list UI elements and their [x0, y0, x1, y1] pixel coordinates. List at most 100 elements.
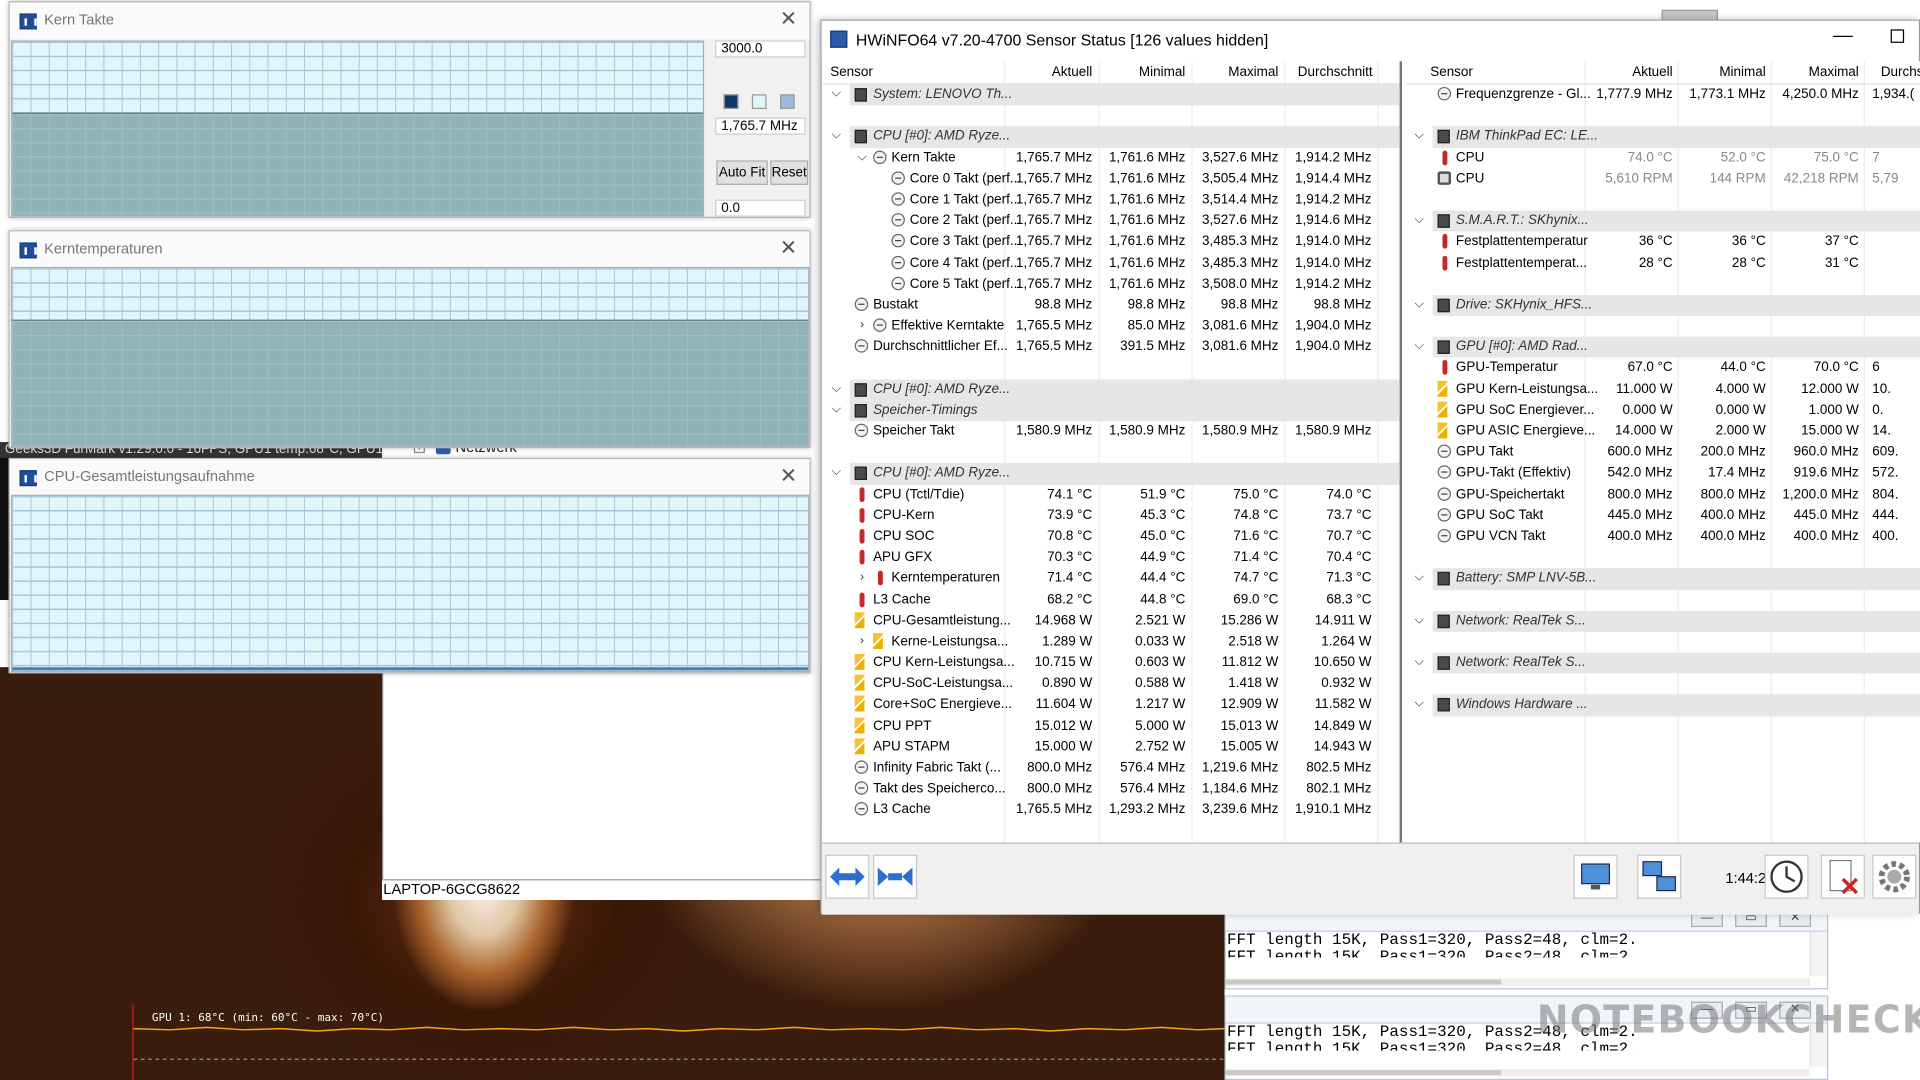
sensor-row[interactable]: Core 1 Takt (perf... 1,765.7 MHz 1,761.6 M… [823, 190, 1400, 211]
chevron-down-icon[interactable]: ⌵ [1413, 571, 1425, 584]
graph-min-input[interactable] [715, 199, 806, 217]
sensor-row[interactable]: Infinity Fabric Takt (... 800.0 MHz 576.4 … [823, 758, 1400, 779]
column-header-aktuell[interactable]: Aktuell [1587, 65, 1672, 80]
chevron-down-icon[interactable]: ⌵ [856, 150, 868, 163]
column-header-sensor[interactable]: Sensor [830, 65, 873, 80]
sensor-row[interactable]: CPU SOC 70.8 °C 45.0 °C 71.6 °C 70.7 °C [823, 526, 1400, 547]
sensor-group-row[interactable]: ⌵ GPU [#0]: AMD Rad... [1406, 337, 1920, 359]
sensor-row[interactable]: GPU Takt 600.0 MHz 200.0 MHz 960.0 MHz 609. [1406, 442, 1920, 463]
sensor-row[interactable]: L3 Cache 68.2 °C 44.8 °C 69.0 °C 68.3 °C [823, 590, 1400, 611]
sensor-row[interactable]: APU STAPM 15.000 W 2.752 W 15.005 W 14.943 W [823, 737, 1400, 758]
sensor-row[interactable]: Core 3 Takt (perf... 1,765.7 MHz 1,761.6 M… [823, 232, 1400, 253]
sensor-group-row[interactable]: ⌵ Network: RealTek S... [1406, 652, 1920, 674]
network-button[interactable] [1637, 854, 1682, 899]
sensor-row[interactable]: Festplattentemperatur 36 °C 36 °C 37 °C [1406, 232, 1920, 253]
horizontal-scrollbar[interactable] [1225, 1068, 1810, 1077]
sensor-group-row[interactable]: ⌵ Speicher-Timings [823, 400, 1400, 422]
sensor-row[interactable]: › Kerntemperaturen 71.4 °C 44.4 °C 74.7 °C 71… [823, 569, 1400, 590]
sensor-row[interactable]: GPU ASIC Energieve... 14.000 W 2.000 W 15.0… [1406, 421, 1920, 442]
sensor-row[interactable]: APU GFX 70.3 °C 44.9 °C 71.4 °C 70.4 °C [823, 548, 1400, 569]
sensor-row[interactable]: GPU SoC Takt 445.0 MHz 400.0 MHz 445.0 MHz 4… [1406, 505, 1920, 526]
sensor-group-row[interactable]: ⌵ CPU [#0]: AMD Ryze... [823, 126, 1400, 148]
sensor-row[interactable]: Core 5 Takt (perf... 1,765.7 MHz 1,761.6 M… [823, 274, 1400, 295]
minimize-icon[interactable]: — [1833, 26, 1853, 48]
sensor-row[interactable]: CPU 74.0 °C 52.0 °C 75.0 °C 7 [1406, 148, 1920, 169]
column-header-maximal[interactable]: Maximal [1773, 65, 1859, 80]
sensor-row[interactable]: CPU 5,610 RPM 144 RPM 42,218 RPM 5,79 [1406, 169, 1920, 190]
chevron-right-icon[interactable]: › [856, 634, 868, 647]
sensor-row[interactable]: Frequenzgrenze - Gl... 1,777.9 MHz 1,773.1… [1406, 84, 1920, 105]
sensor-group-row[interactable]: ⌵ IBM ThinkPad EC: LE... [1406, 126, 1920, 148]
close-icon[interactable]: ✕ [780, 236, 797, 260]
column-header-maximal[interactable]: Maximal [1193, 65, 1278, 80]
hwinfo-titlebar[interactable]: HWiNFO64 v7.20-4700 Sensor Status [126 v… [821, 20, 1919, 59]
sensor-row[interactable]: CPU Kern-Leistungsa... 10.715 W 0.603 W 11.… [823, 653, 1400, 674]
sensor-group-row[interactable]: ⌵ Windows Hardware ... [1406, 694, 1920, 716]
sensor-row[interactable]: CPU-SoC-Leistungsa... 0.890 W 0.588 W 1.418… [823, 674, 1400, 695]
sensor-row[interactable]: Core 4 Takt (perf... 1,765.7 MHz 1,761.6 M… [823, 253, 1400, 274]
vertical-scrollbar[interactable] [1809, 931, 1827, 976]
sensor-group-row[interactable]: ⌵ Drive: SKHynix_HFS... [1406, 294, 1920, 316]
close-icon[interactable]: ✕ [780, 7, 797, 31]
sensor-row[interactable]: Speicher Takt 1,580.9 MHz 1,580.9 MHz 1,580… [823, 421, 1400, 442]
column-header-minimal[interactable]: Minimal [1100, 65, 1185, 80]
collapse-panes-button[interactable] [825, 854, 870, 899]
sensor-row[interactable]: › Kerne-Leistungsa... 1.289 W 0.033 W 2.518 … [823, 632, 1400, 653]
report-button[interactable] [1573, 854, 1618, 899]
sensor-row[interactable]: CPU-Gesamtleistung... 14.968 W 2.521 W 15.2… [823, 611, 1400, 632]
sensor-row[interactable]: GPU SoC Energiever... 0.000 W 0.000 W 1.000… [1406, 400, 1920, 421]
close-icon[interactable]: ✕ [780, 464, 797, 488]
sensor-group-row[interactable]: ⌵ Network: RealTek S... [1406, 610, 1920, 632]
chevron-down-icon[interactable]: ⌵ [1413, 213, 1425, 226]
sensor-row[interactable]: Bustakt 98.8 MHz 98.8 MHz 98.8 MHz 98.8 MHz [823, 295, 1400, 316]
graph-titlebar[interactable]: Kerntemperaturen ✕ [9, 231, 810, 269]
expand-panes-button[interactable] [873, 854, 918, 899]
sensor-row[interactable]: L3 Cache 1,765.5 MHz 1,293.2 MHz 3,239.6 MH… [823, 800, 1400, 821]
column-header-durchschnitt[interactable]: Durchschnitt [1286, 65, 1373, 80]
chevron-down-icon[interactable]: ⌵ [1413, 297, 1425, 310]
sensor-row[interactable]: Festplattentemperat... 28 °C 28 °C 31 °C [1406, 253, 1920, 274]
chevron-down-icon[interactable]: ⌵ [1413, 655, 1425, 668]
sensor-row[interactable]: GPU-Temperatur 67.0 °C 44.0 °C 70.0 °C 6 [1406, 358, 1920, 379]
horizontal-scrollbar[interactable] [1225, 978, 1810, 986]
settings-button[interactable] [1872, 854, 1917, 899]
color-swatch-background-icon[interactable] [751, 94, 767, 109]
chevron-down-icon[interactable]: ⌵ [830, 466, 842, 479]
graph-max-input[interactable] [715, 40, 806, 58]
chevron-down-icon[interactable]: ⌵ [1413, 129, 1425, 142]
chevron-down-icon[interactable]: ⌵ [830, 87, 842, 100]
sensor-group-row[interactable]: ⌵ Battery: SMP LNV-5B... [1406, 568, 1920, 590]
chevron-down-icon[interactable]: ⌵ [830, 382, 842, 395]
sensor-row[interactable]: ⌵ Kern Takte 1,765.7 MHz 1,761.6 MHz 3,527.6… [823, 148, 1400, 169]
sensor-row[interactable]: Core 2 Takt (perf... 1,765.7 MHz 1,761.6 M… [823, 211, 1400, 232]
sensor-row[interactable]: Core 0 Takt (perf... 1,765.7 MHz 1,761.6 M… [823, 169, 1400, 190]
clear-log-button[interactable] [1820, 854, 1865, 899]
color-swatch-line-icon[interactable] [723, 94, 739, 109]
graph-titlebar[interactable]: Kern Takte ✕ [9, 2, 810, 40]
sensor-row[interactable]: › Effektive Kerntakte 1,765.5 MHz 85.0 MHz 3… [823, 316, 1400, 337]
sensor-row[interactable]: CPU PPT 15.012 W 5.000 W 15.013 W 14.849 W [823, 716, 1400, 737]
reset-button[interactable]: Reset [770, 160, 809, 185]
graph-titlebar[interactable]: CPU-Gesamtleistungsaufnahme ✕ [9, 459, 810, 496]
sensor-row[interactable]: Durchschnittlicher Ef... 1,765.5 MHz 391.5… [823, 337, 1400, 358]
column-header-aktuell[interactable]: Aktuell [1007, 65, 1092, 80]
sensor-row[interactable]: CPU-Kern 73.9 °C 45.3 °C 74.8 °C 73.7 °C [823, 505, 1400, 526]
chevron-down-icon[interactable]: ⌵ [1413, 613, 1425, 626]
sensor-row[interactable]: CPU (Tctl/Tdie) 74.1 °C 51.9 °C 75.0 °C 74.0… [823, 484, 1400, 505]
sensor-row[interactable]: Core+SoC Energieve... 11.604 W 1.217 W 12.9… [823, 695, 1400, 716]
chevron-down-icon[interactable]: ⌵ [830, 129, 842, 142]
sensor-row[interactable]: GPU-Speichertakt 800.0 MHz 800.0 MHz 1,200.… [1406, 484, 1920, 505]
sensor-group-row[interactable]: ⌵ System: LENOVO Th... [823, 84, 1400, 106]
sensor-row[interactable]: GPU VCN Takt 400.0 MHz 400.0 MHz 400.0 MHz 4… [1406, 526, 1920, 547]
chevron-down-icon[interactable]: ⌵ [1413, 697, 1425, 710]
sensor-group-row[interactable]: ⌵ CPU [#0]: AMD Ryze... [823, 463, 1400, 485]
chevron-right-icon[interactable]: › [856, 318, 868, 331]
column-header-minimal[interactable]: Minimal [1680, 65, 1765, 80]
reset-timer-button[interactable] [1764, 854, 1809, 899]
chevron-right-icon[interactable]: › [856, 571, 868, 584]
sensor-row[interactable]: GPU Kern-Leistungsa... 11.000 W 4.000 W 12.… [1406, 379, 1920, 400]
chevron-down-icon[interactable]: ⌵ [1413, 339, 1425, 352]
chevron-down-icon[interactable]: ⌵ [830, 403, 842, 416]
sensor-group-row[interactable]: ⌵ S.M.A.R.T.: SKhynix... [1406, 210, 1920, 232]
color-swatch-fill-icon[interactable] [780, 94, 795, 109]
